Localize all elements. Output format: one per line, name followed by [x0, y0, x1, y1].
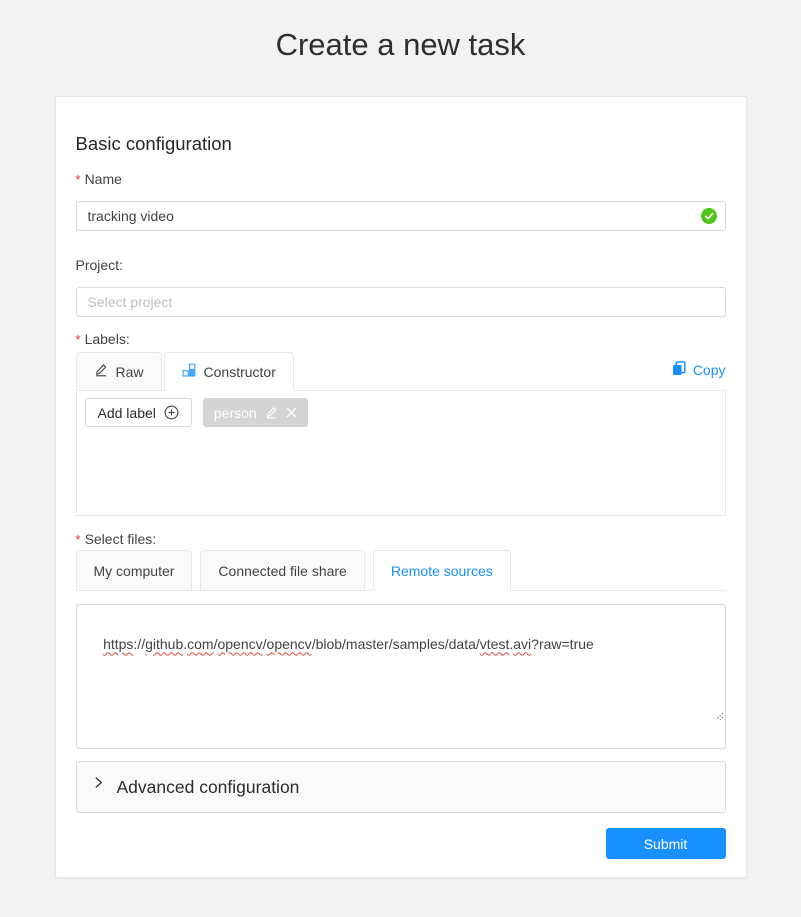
url-segment: vtest	[480, 636, 510, 652]
chevron-right-icon	[93, 777, 104, 788]
basic-configuration-heading: Basic configuration	[76, 133, 726, 154]
submit-row: Submit	[76, 828, 726, 859]
url-segment: opencv	[267, 636, 312, 652]
advanced-configuration-header[interactable]: Advanced configuration	[76, 761, 726, 813]
copy-labels-button[interactable]: Copy	[672, 361, 726, 390]
copy-label-text: Copy	[693, 362, 726, 378]
required-asterisk: *	[76, 172, 81, 187]
tab-raw[interactable]: Raw	[76, 352, 162, 391]
edit-label-icon[interactable]	[265, 406, 278, 419]
edit-icon	[94, 363, 108, 380]
url-segment: /blob/master/samples/data/	[312, 636, 480, 652]
files-tabbar: My computer Connected file share Remote …	[76, 550, 726, 591]
required-asterisk: *	[76, 332, 81, 347]
tab-raw-label: Raw	[116, 364, 144, 380]
tab-constructor-label: Constructor	[204, 364, 276, 380]
build-icon	[182, 363, 196, 380]
task-name-input[interactable]	[76, 201, 726, 231]
advanced-configuration-title: Advanced configuration	[117, 777, 300, 798]
check-circle-icon	[701, 208, 717, 224]
name-label-text: Name	[85, 171, 122, 187]
label-tag-person[interactable]: person	[203, 398, 308, 427]
remote-urls-text: https://github.com/opencv/opencv/blob/ma…	[103, 636, 594, 652]
add-label-button[interactable]: Add label	[85, 398, 192, 427]
tab-my-computer[interactable]: My computer	[76, 550, 193, 591]
project-select-input[interactable]	[76, 287, 726, 317]
page-title: Create a new task	[0, 0, 801, 64]
tab-connected-file-share-label: Connected file share	[218, 563, 346, 579]
url-segment: opencv	[217, 636, 262, 652]
labels-field-label: * Labels:	[76, 331, 726, 348]
tab-constructor[interactable]: Constructor	[164, 352, 294, 391]
tab-my-computer-label: My computer	[94, 563, 175, 579]
remove-label-icon[interactable]	[286, 407, 297, 418]
required-asterisk: *	[76, 532, 81, 547]
url-segment: com	[187, 636, 213, 652]
project-field-label: Project:	[76, 257, 726, 273]
tab-remote-sources[interactable]: Remote sources	[373, 550, 511, 591]
name-field-label: * Name	[76, 171, 726, 188]
name-input-wrap	[76, 201, 726, 231]
label-tag-name: person	[214, 405, 257, 421]
copy-icon	[672, 361, 686, 379]
plus-circle-icon	[164, 405, 179, 420]
textarea-resize-grip[interactable]	[688, 686, 723, 747]
labels-label-text: Labels:	[85, 331, 130, 347]
select-files-label: * Select files:	[76, 531, 726, 548]
submit-button[interactable]: Submit	[606, 828, 726, 859]
project-label-text: Project:	[76, 257, 123, 273]
labels-constructor-area: Add label person	[76, 391, 726, 516]
labels-tabbar: Raw Constructor Copy	[76, 352, 726, 391]
url-segment: ://	[133, 636, 145, 652]
url-segment: ?raw=true	[531, 636, 594, 652]
add-label-text: Add label	[98, 405, 156, 421]
url-segment: https	[103, 636, 133, 652]
create-task-card: Basic configuration * Name Project: * Labe…	[55, 96, 747, 878]
url-segment: avi	[513, 636, 531, 652]
tab-remote-sources-label: Remote sources	[391, 563, 493, 579]
url-segment: github	[145, 636, 183, 652]
tab-connected-file-share[interactable]: Connected file share	[200, 550, 364, 591]
select-files-text: Select files:	[85, 531, 157, 547]
remote-urls-textarea[interactable]: https://github.com/opencv/opencv/blob/ma…	[76, 604, 726, 749]
